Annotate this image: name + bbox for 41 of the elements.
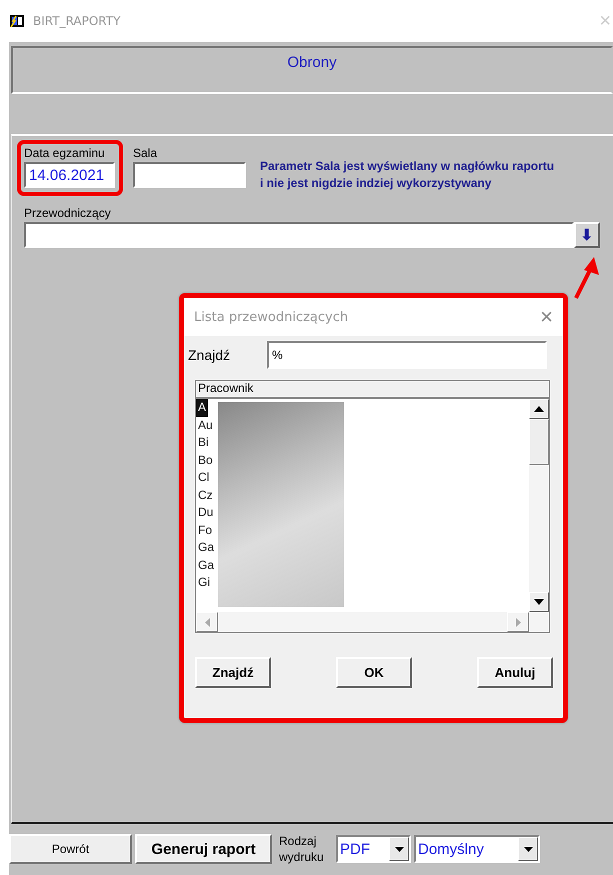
scroll-left-icon[interactable] <box>196 612 218 632</box>
date-label: Data egzaminu <box>24 146 106 160</box>
pick-button[interactable]: ⬇ <box>574 222 600 248</box>
vertical-scrollbar[interactable] <box>529 399 549 612</box>
room-label: Sala <box>133 146 158 160</box>
chair-field[interactable] <box>24 222 574 248</box>
search-field[interactable]: % <box>267 341 547 369</box>
date-field[interactable]: 14.06.2021 <box>24 162 115 188</box>
note-text: Parametr Sala jest wyświetlany w nagłówku raportu i nie jest nigdzie indziej wykorzystywany <box>260 158 556 192</box>
list-item[interactable]: A <box>196 399 208 416</box>
search-label: Znajdź <box>188 347 232 363</box>
list-item[interactable]: Fo <box>196 522 214 539</box>
app-icon <box>9 13 25 29</box>
scroll-thumb[interactable] <box>529 419 549 465</box>
chair-label: Przewodniczący <box>24 206 112 220</box>
dialog-button[interactable]: Anuluj <box>477 657 553 688</box>
printer-dropdown[interactable]: Domyślny <box>414 835 540 863</box>
window-title: BIRT_RAPORTY <box>33 14 120 28</box>
list-item[interactable]: Cz <box>196 486 215 504</box>
list-item[interactable]: Cl <box>196 469 212 486</box>
generate-button[interactable]: Generuj raport <box>135 834 272 864</box>
scroll-down-icon[interactable] <box>529 592 549 612</box>
dialog-button[interactable]: OK <box>336 657 412 688</box>
list-item[interactable]: Bi <box>196 434 211 452</box>
horizontal-scrollbar[interactable] <box>196 612 549 632</box>
dialog-title: Lista przewodniczących <box>194 310 348 324</box>
scroll-up-icon[interactable] <box>529 399 549 419</box>
list-item[interactable]: Gi <box>196 574 212 592</box>
header-title: Obrony <box>287 54 337 72</box>
back-button[interactable]: Powrót <box>9 834 132 864</box>
room-field[interactable] <box>133 162 246 188</box>
list-item[interactable]: Du <box>196 504 216 522</box>
column-header[interactable]: Pracownik <box>196 381 549 399</box>
list-item[interactable]: Bo <box>196 452 215 469</box>
list-item[interactable]: Ga <box>196 539 216 556</box>
close-button[interactable]: × <box>540 304 553 330</box>
list-item[interactable]: Au <box>196 416 215 434</box>
format-dropdown[interactable]: PDF <box>336 835 411 863</box>
dialog-button[interactable]: Znajdź <box>195 657 271 688</box>
list-item[interactable]: Ga <box>196 556 216 574</box>
print-type-label: Rodzaj wydruku <box>279 833 325 865</box>
